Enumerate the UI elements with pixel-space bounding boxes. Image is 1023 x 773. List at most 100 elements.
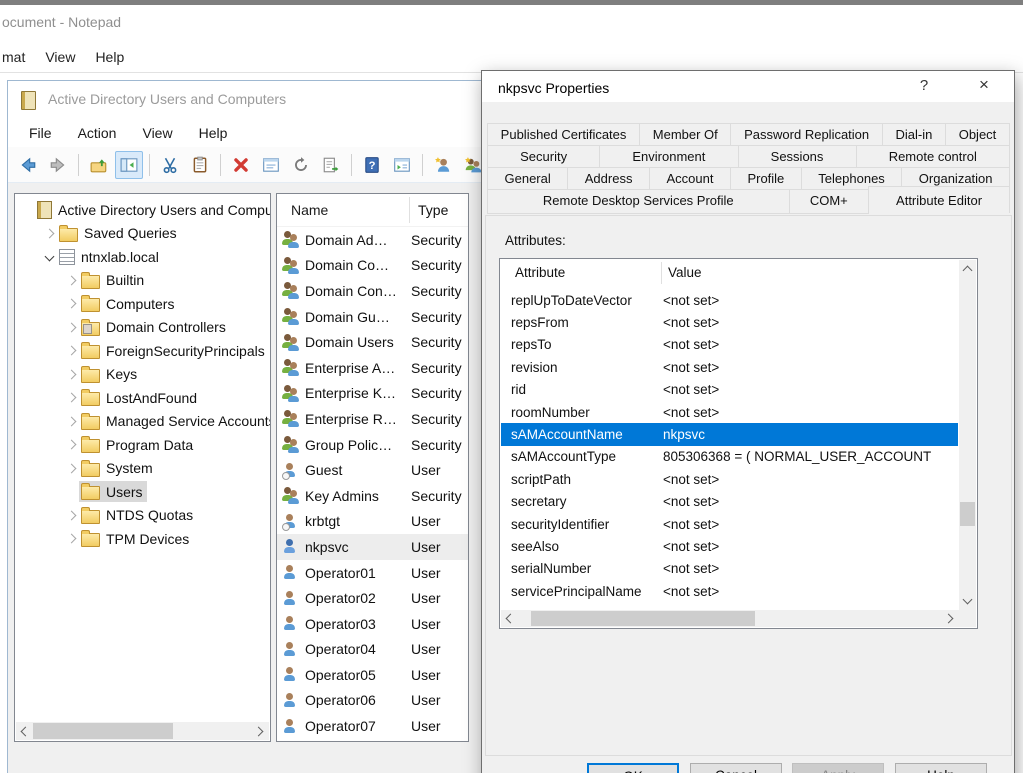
tab-security[interactable]: Security [487,145,600,168]
tree-item-foreignsecurityprincipals[interactable]: ForeignSecurityPrincipals [15,339,270,363]
list-item-guest[interactable]: GuestUser [277,457,468,483]
tab-published-certificates[interactable]: Published Certificates [487,123,640,146]
console-tree-icon[interactable] [115,151,143,179]
aduc-menu-file[interactable]: File [16,123,65,143]
attributes-vertical-scrollbar[interactable] [959,260,976,610]
attribute-row-roomnumber[interactable]: roomNumber<not set> [501,401,958,423]
aduc-menu-action[interactable]: Action [65,123,130,143]
list-item-enterprise-read-only-domain-controllers[interactable]: Enterprise Read-only Domain ControllersS… [277,406,468,432]
tab-password-replication[interactable]: Password Replication [730,123,882,146]
chevron-right-icon[interactable] [63,437,79,453]
list-item-operator06[interactable]: Operator06User [277,688,468,714]
tree-item-lostandfound[interactable]: LostAndFound [15,386,270,410]
scroll-thumb[interactable] [531,611,755,626]
help-button[interactable]: Help [895,763,987,773]
column-header-name[interactable]: Name [277,202,409,218]
refresh-icon[interactable] [287,151,315,179]
tree-item-active-directory-users-and-computers[interactable]: Active Directory Users and Computers [15,198,270,222]
scroll-right-icon[interactable] [944,614,954,624]
close-icon[interactable]: × [969,75,999,97]
tab-remote-control[interactable]: Remote control [856,145,1010,168]
tree-item-domain-controllers[interactable]: Domain Controllers [15,316,270,340]
chevron-down-icon[interactable] [41,249,57,265]
column-header-attribute[interactable]: Attribute [500,265,661,280]
attribute-row-repluptodatevector[interactable]: replUpToDateVector<not set> [501,289,958,311]
cancel-button[interactable]: Cancel [690,763,782,773]
tree-item-ntnxlab-local[interactable]: ntnxlab.local [15,245,270,269]
back-icon[interactable] [14,151,42,179]
column-divider[interactable] [409,197,410,223]
chevron-right-icon[interactable] [63,319,79,335]
tab-account[interactable]: Account [649,167,731,190]
tab-address[interactable]: Address [567,167,650,190]
forward-icon[interactable] [44,151,72,179]
tree-item-builtin[interactable]: Builtin [15,269,270,293]
list-item-enterprise-admins[interactable]: Enterprise AdminsSecurity [277,355,468,381]
list-item-operator05[interactable]: Operator05User [277,662,468,688]
tab-general[interactable]: General [487,167,568,190]
attributes-horizontal-scrollbar[interactable] [501,610,959,627]
notepad-menu-help[interactable]: Help [95,49,124,65]
attribute-row-serviceprincipalname[interactable]: servicePrincipalName<not set> [501,580,958,602]
tab-com[interactable]: COM+ [789,189,870,214]
attribute-row-samaccountname[interactable]: sAMAccountNamenkpsvc [501,423,958,445]
chevron-right-icon[interactable] [63,272,79,288]
tree-item-saved-queries[interactable]: Saved Queries [15,222,270,246]
list-item-operator03[interactable]: Operator03User [277,611,468,637]
tree-item-computers[interactable]: Computers [15,292,270,316]
up-level-icon[interactable] [85,151,113,179]
tree-item-tpm-devices[interactable]: TPM Devices [15,527,270,551]
attribute-row-serialnumber[interactable]: serialNumber<not set> [501,558,958,580]
cut-icon[interactable] [156,151,184,179]
list-item-key-admins[interactable]: Key AdminsSecurity [277,483,468,509]
scroll-thumb[interactable] [33,723,173,739]
chevron-right-icon[interactable] [63,460,79,476]
chevron-right-icon[interactable] [63,507,79,523]
chevron-right-icon[interactable] [63,296,79,312]
tab-sessions[interactable]: Sessions [738,145,857,168]
export-list-icon[interactable] [317,151,345,179]
list-item-operator08[interactable]: Operator08User [277,739,468,742]
list-item-krbtgt[interactable]: krbtgtUser [277,509,468,535]
apply-button[interactable]: Apply [792,763,884,773]
notepad-menu-view[interactable]: View [45,49,75,65]
help-icon[interactable]: ? [358,151,386,179]
attribute-row-samaccounttype[interactable]: sAMAccountType805306368 = ( NORMAL_USER_… [501,446,958,468]
list-item-operator07[interactable]: Operator07User [277,713,468,739]
list-item-domain-users[interactable]: Domain UsersSecurity [277,329,468,355]
list-item-group-policy-creator-owners[interactable]: Group Policy Creator OwnersSecurity [277,432,468,458]
list-item-domain-admins[interactable]: Domain AdminsSecurity [277,227,468,253]
list-item-domain-controllers[interactable]: Domain ControllersSecurity [277,278,468,304]
scroll-thumb[interactable] [960,502,975,526]
attribute-row-rid[interactable]: rid<not set> [501,379,958,401]
column-header-value[interactable]: Value [668,265,702,280]
scroll-up-icon[interactable] [963,266,973,276]
attribute-row-scriptpath[interactable]: scriptPath<not set> [501,468,958,490]
delete-icon[interactable] [227,151,255,179]
tab-environment[interactable]: Environment [599,145,738,168]
tab-attribute-editor[interactable]: Attribute Editor [868,186,1010,213]
tree-item-ntds-quotas[interactable]: NTDS Quotas [15,504,270,528]
new-window-icon[interactable] [388,151,416,179]
tree-item-managed-service-accounts[interactable]: Managed Service Accounts [15,410,270,434]
properties-icon[interactable] [257,151,285,179]
notepad-menu-mat[interactable]: mat [2,49,25,65]
list-item-domain-guests[interactable]: Domain GuestsSecurity [277,304,468,330]
new-user-icon[interactable] [429,151,457,179]
scroll-left-icon[interactable] [506,614,516,624]
tree-horizontal-scrollbar[interactable] [16,722,269,740]
paste-icon[interactable] [186,151,214,179]
tree-item-system[interactable]: System [15,457,270,481]
attribute-row-revision[interactable]: revision<not set> [501,356,958,378]
tree-item-users[interactable]: Users [15,480,270,504]
chevron-right-icon[interactable] [41,225,57,241]
tab-remote-desktop-services-profile[interactable]: Remote Desktop Services Profile [487,189,790,214]
tree-item-keys[interactable]: Keys [15,363,270,387]
scroll-down-icon[interactable] [963,595,973,605]
chevron-right-icon[interactable] [63,343,79,359]
chevron-right-icon[interactable] [63,390,79,406]
dialog-help-button[interactable]: ? [910,77,938,97]
tab-profile[interactable]: Profile [730,167,802,190]
column-divider[interactable] [661,262,662,284]
tab-dial-in[interactable]: Dial-in [882,123,946,146]
